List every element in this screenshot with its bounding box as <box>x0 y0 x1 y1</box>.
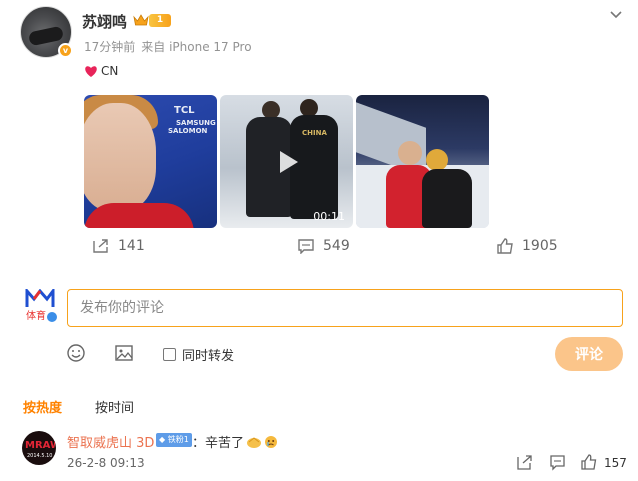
sponsor-text: SALOMON <box>168 127 208 135</box>
like-action[interactable]: 1905 <box>496 238 558 254</box>
avatar-text: 2014.5.10 <box>27 453 53 459</box>
verified-blue-icon <box>46 311 58 323</box>
thumbs-up-icon[interactable] <box>580 454 597 471</box>
post-meta: 17分钟前 来自 iPhone 17 Pro <box>84 38 258 55</box>
repost-count: 141 <box>118 238 145 254</box>
repost-checkbox[interactable]: 同时转发 <box>163 345 234 364</box>
media-thumbnail-1[interactable]: TCL SAMSUNG SALOMON <box>84 95 217 228</box>
comment-action[interactable]: 549 <box>297 238 350 254</box>
avatar-text: MRAWFE <box>25 440 56 451</box>
tab-sort-time[interactable]: 按时间 <box>95 397 134 416</box>
repost-action[interactable]: 141 <box>92 238 145 254</box>
submit-comment-button[interactable]: 评论 <box>555 337 623 371</box>
image-icon[interactable] <box>114 343 134 363</box>
photo-subject <box>422 169 472 228</box>
verified-badge-icon: v <box>58 43 73 58</box>
repost-checkbox-label: 同时转发 <box>182 349 235 364</box>
comment-text: ：辛苦了 <box>192 432 278 451</box>
post-text: CN <box>84 64 118 78</box>
heart-icon <box>85 65 97 77</box>
fan-badge: ◆ 铁粉1 <box>156 433 192 447</box>
play-icon[interactable] <box>272 147 302 177</box>
jacket-text: CHINA <box>302 129 327 137</box>
comment-text-content: ：辛苦了 <box>192 436 245 451</box>
comment-icon <box>298 239 314 254</box>
commenter-name[interactable]: 智取威虎山 3D <box>67 432 154 451</box>
hands-emoji-icon <box>247 436 262 448</box>
thumbs-up-icon <box>497 238 513 254</box>
reply-icon[interactable] <box>549 454 566 471</box>
photo-subject <box>398 141 422 165</box>
post-time[interactable]: 17分钟前 <box>84 40 135 54</box>
checkbox[interactable] <box>163 348 176 361</box>
author-name[interactable]: 苏翊鸣 <box>82 11 127 32</box>
composer-avatar-text: 体育 <box>26 309 46 321</box>
photo-subject <box>84 203 194 228</box>
fan-badge-label: 铁粉1 <box>167 435 189 444</box>
commenter-avatar[interactable]: MRAWFE 2014.5.10 <box>22 431 56 465</box>
sponsor-text: SAMSUNG <box>176 119 216 127</box>
tab-sort-hot[interactable]: 按热度 <box>23 397 62 416</box>
photo-subject <box>84 103 156 211</box>
sponsor-text: TCL <box>174 105 195 116</box>
media-thumbnail-3[interactable] <box>356 95 489 228</box>
repost-icon <box>93 239 108 253</box>
comment-count: 549 <box>323 238 350 254</box>
emoji-icon[interactable] <box>66 343 86 363</box>
chevron-down-icon[interactable] <box>607 6 625 24</box>
share-icon[interactable] <box>516 454 533 471</box>
comment-time: 26-2-8 09:13 <box>67 456 145 470</box>
like-count: 1905 <box>522 238 558 254</box>
post-text-content: CN <box>101 64 119 78</box>
comment-like-count: 157 <box>604 456 627 470</box>
photo-subject <box>426 149 448 171</box>
crying-emoji-icon <box>265 435 278 448</box>
crown-icon <box>133 14 149 26</box>
level-badge: 1 <box>149 14 171 27</box>
comment-input[interactable] <box>67 289 623 327</box>
video-duration: 00:11 <box>313 210 345 223</box>
post-source: 来自 iPhone 17 Pro <box>141 40 252 54</box>
media-video-thumbnail[interactable]: CHINA 00:11 <box>220 95 353 228</box>
